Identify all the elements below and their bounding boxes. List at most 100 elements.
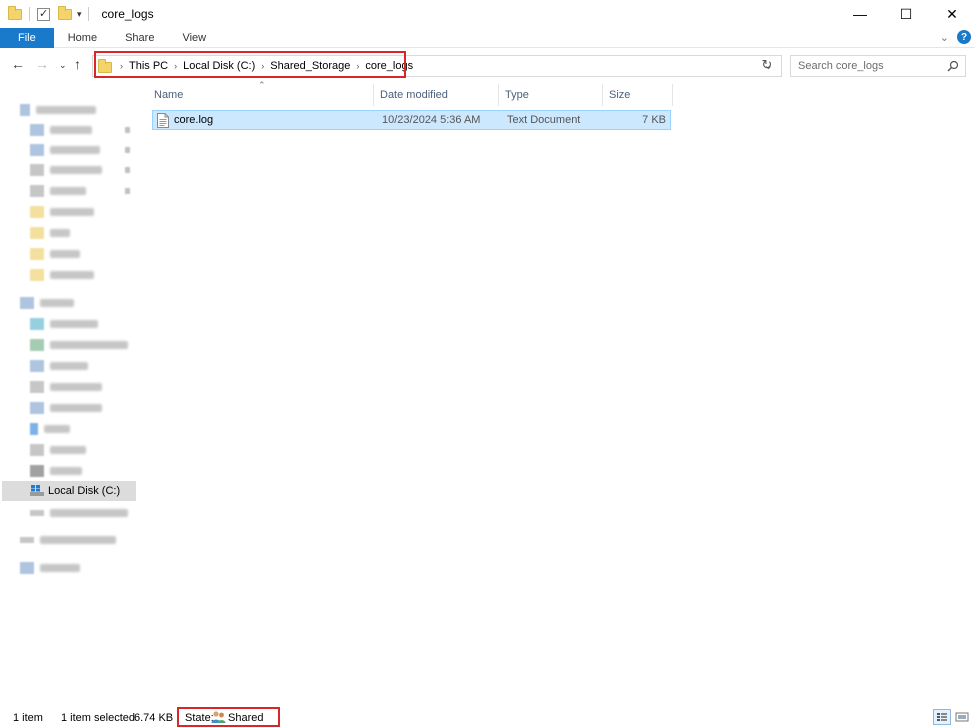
customize-toolbar-icon[interactable]: ▾ <box>77 9 82 20</box>
nav-item-blurred[interactable] <box>30 223 70 243</box>
drive-icon <box>20 537 34 543</box>
nav-item-blurred[interactable] <box>30 120 134 140</box>
close-button[interactable]: ✕ <box>929 0 975 28</box>
search-input[interactable] <box>798 60 938 72</box>
nav-item-blurred[interactable] <box>30 181 134 201</box>
tab-home[interactable]: Home <box>54 28 111 48</box>
column-header-label: Type <box>505 89 529 101</box>
desktop-icon <box>30 124 44 136</box>
nav-item-blurred[interactable] <box>30 440 86 460</box>
nav-item-blurred[interactable] <box>30 398 102 418</box>
help-icon[interactable]: ? <box>957 30 971 44</box>
properties-icon[interactable] <box>37 7 50 21</box>
up-arrow-icon[interactable]: ↑ <box>74 56 81 72</box>
file-size: 7 KB <box>642 114 666 126</box>
details-view-icon <box>937 713 947 721</box>
nav-item-blurred[interactable] <box>20 558 80 578</box>
nav-item-blurred[interactable] <box>20 100 96 120</box>
column-header-type[interactable]: Type <box>499 84 603 106</box>
title-bar: ▾ core_logs — ☐ ✕ <box>0 0 975 28</box>
state-highlight <box>177 707 280 727</box>
column-header-label: Date modified <box>380 89 448 101</box>
this-pc-icon <box>20 297 34 309</box>
objects-icon <box>30 318 44 330</box>
search-box[interactable] <box>790 55 966 77</box>
folder-icon <box>30 227 44 239</box>
table-row[interactable]: core.log 10/23/2024 5:36 AM Text Documen… <box>152 110 671 130</box>
ribbon-right-controls: ⌄ ? <box>940 30 971 44</box>
folder-icon <box>30 248 44 260</box>
nav-item-blurred[interactable] <box>30 503 128 523</box>
column-header-size[interactable]: Size <box>603 84 673 106</box>
pin-icon <box>125 188 130 194</box>
tab-view[interactable]: View <box>168 28 220 48</box>
nav-item-blurred[interactable] <box>30 314 98 334</box>
details-view-button[interactable] <box>933 709 951 725</box>
network-icon <box>20 562 34 574</box>
breadcrumb-highlight <box>94 51 406 78</box>
pin-icon <box>125 167 130 173</box>
view-toggle <box>933 709 971 725</box>
network-drive-icon <box>30 339 44 351</box>
sidebar-item-label: Local Disk (C:) <box>48 485 121 497</box>
toolbar-divider <box>29 7 30 21</box>
quick-access-toolbar: ▾ <box>0 5 82 21</box>
window-controls: — ☐ ✕ <box>837 0 975 28</box>
nav-item-blurred[interactable] <box>20 530 116 550</box>
videos-icon <box>30 465 44 477</box>
new-folder-icon[interactable] <box>58 5 72 20</box>
drive-icon <box>30 510 44 516</box>
column-header-label: Size <box>609 89 631 101</box>
maximize-button[interactable]: ☐ <box>883 0 929 28</box>
sort-ascending-icon: ⌃ <box>258 80 266 90</box>
text-document-icon <box>157 113 169 128</box>
navigation-pane <box>0 92 138 612</box>
forward-arrow-icon[interactable]: → <box>35 56 49 72</box>
refresh-icon[interactable]: ↻ <box>756 57 778 77</box>
search-icon[interactable] <box>947 60 959 72</box>
pin-icon <box>125 127 130 133</box>
nav-item-blurred[interactable] <box>30 419 70 439</box>
status-bar: 1 item 1 item selected 6.74 KB State: Sh… <box>0 708 975 727</box>
nav-item-blurred[interactable] <box>30 335 128 355</box>
file-type: Text Document <box>507 114 581 126</box>
nav-item-blurred[interactable] <box>30 377 102 397</box>
file-date-modified: 10/23/2024 5:36 AM <box>382 114 481 126</box>
downloads-icon <box>30 144 44 156</box>
title-divider <box>87 7 89 21</box>
tab-share[interactable]: Share <box>111 28 168 48</box>
pictures-icon <box>30 185 44 197</box>
quick-access-icon <box>20 104 30 116</box>
column-header-label: Name <box>154 89 184 101</box>
nav-item-blurred[interactable] <box>30 202 94 222</box>
nav-item-blurred[interactable] <box>30 160 134 180</box>
documents-icon <box>30 164 44 176</box>
file-name: core.log <box>174 114 214 126</box>
column-header-name[interactable]: ⌃ Name <box>148 80 374 106</box>
recent-locations-icon[interactable]: ⌄ <box>59 60 67 71</box>
tab-file[interactable]: File <box>0 27 54 48</box>
nav-item-blurred[interactable] <box>20 293 74 313</box>
nav-item-blurred[interactable] <box>30 244 80 264</box>
status-selection-size: 6.74 KB <box>134 711 174 724</box>
nav-item-blurred[interactable] <box>30 265 94 285</box>
column-header-date-modified[interactable]: Date modified <box>374 84 499 106</box>
file-list-header: ⌃ Name Date modified Type Size <box>148 80 673 106</box>
minimize-button[interactable]: — <box>837 0 883 28</box>
sidebar-item-local-disk[interactable]: Local Disk (C:) <box>2 481 136 501</box>
expand-ribbon-icon[interactable]: ⌄ <box>940 31 949 44</box>
ribbon-tabs: File Home Share View ⌄ ? <box>0 27 975 48</box>
status-item-count: 1 item <box>13 711 43 724</box>
nav-item-blurred[interactable] <box>30 461 82 481</box>
back-arrow-icon[interactable]: ← <box>11 56 25 72</box>
windows-drive-icon <box>30 485 44 496</box>
nav-item-blurred[interactable] <box>30 356 88 376</box>
music-icon <box>30 423 38 435</box>
pin-icon <box>125 147 130 153</box>
nav-item-blurred[interactable] <box>30 140 134 160</box>
folder-icon <box>8 5 22 20</box>
desktop-icon <box>30 360 44 372</box>
documents-icon <box>30 381 44 393</box>
large-icons-view-button[interactable] <box>953 709 971 725</box>
folder-icon <box>30 206 44 218</box>
